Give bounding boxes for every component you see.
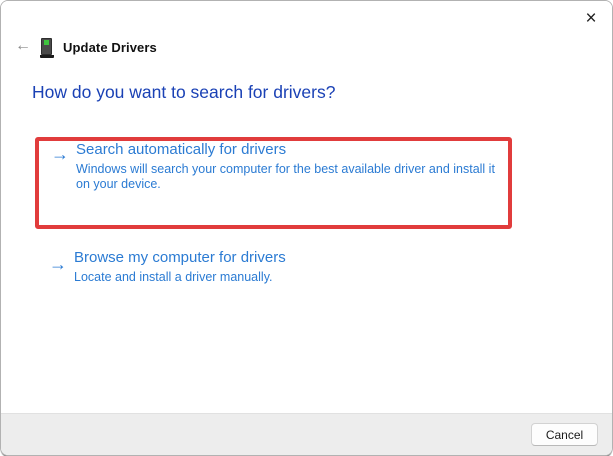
update-drivers-window: × ← Update Drivers How do you want to se… <box>0 0 613 456</box>
device-led-light <box>44 40 49 45</box>
arrow-right-icon: → <box>49 254 67 274</box>
device-base-shape <box>40 55 54 58</box>
back-arrow-icon: ← <box>15 37 31 54</box>
close-button[interactable]: × <box>578 7 604 29</box>
footer-bar: Cancel <box>1 413 612 455</box>
wizard-title: Update Drivers <box>63 40 157 55</box>
close-icon: × <box>585 7 597 29</box>
title-bar: × <box>1 1 612 33</box>
option-browse-computer[interactable]: → Browse my computer for drivers Locate … <box>39 249 505 295</box>
main-instruction: How do you want to search for drivers? <box>32 82 336 102</box>
option-title: Browse my computer for drivers <box>74 249 286 266</box>
device-driver-icon <box>40 38 54 58</box>
back-button[interactable]: ← <box>11 35 35 57</box>
option-title: Search automatically for drivers <box>76 141 287 158</box>
option-search-automatically[interactable]: → Search automatically for drivers Windo… <box>41 141 507 209</box>
option-description: Windows will search your computer for th… <box>76 162 495 191</box>
option-description: Locate and install a driver manually. <box>74 270 273 284</box>
cancel-button[interactable]: Cancel <box>531 423 598 446</box>
arrow-right-icon: → <box>51 144 69 164</box>
